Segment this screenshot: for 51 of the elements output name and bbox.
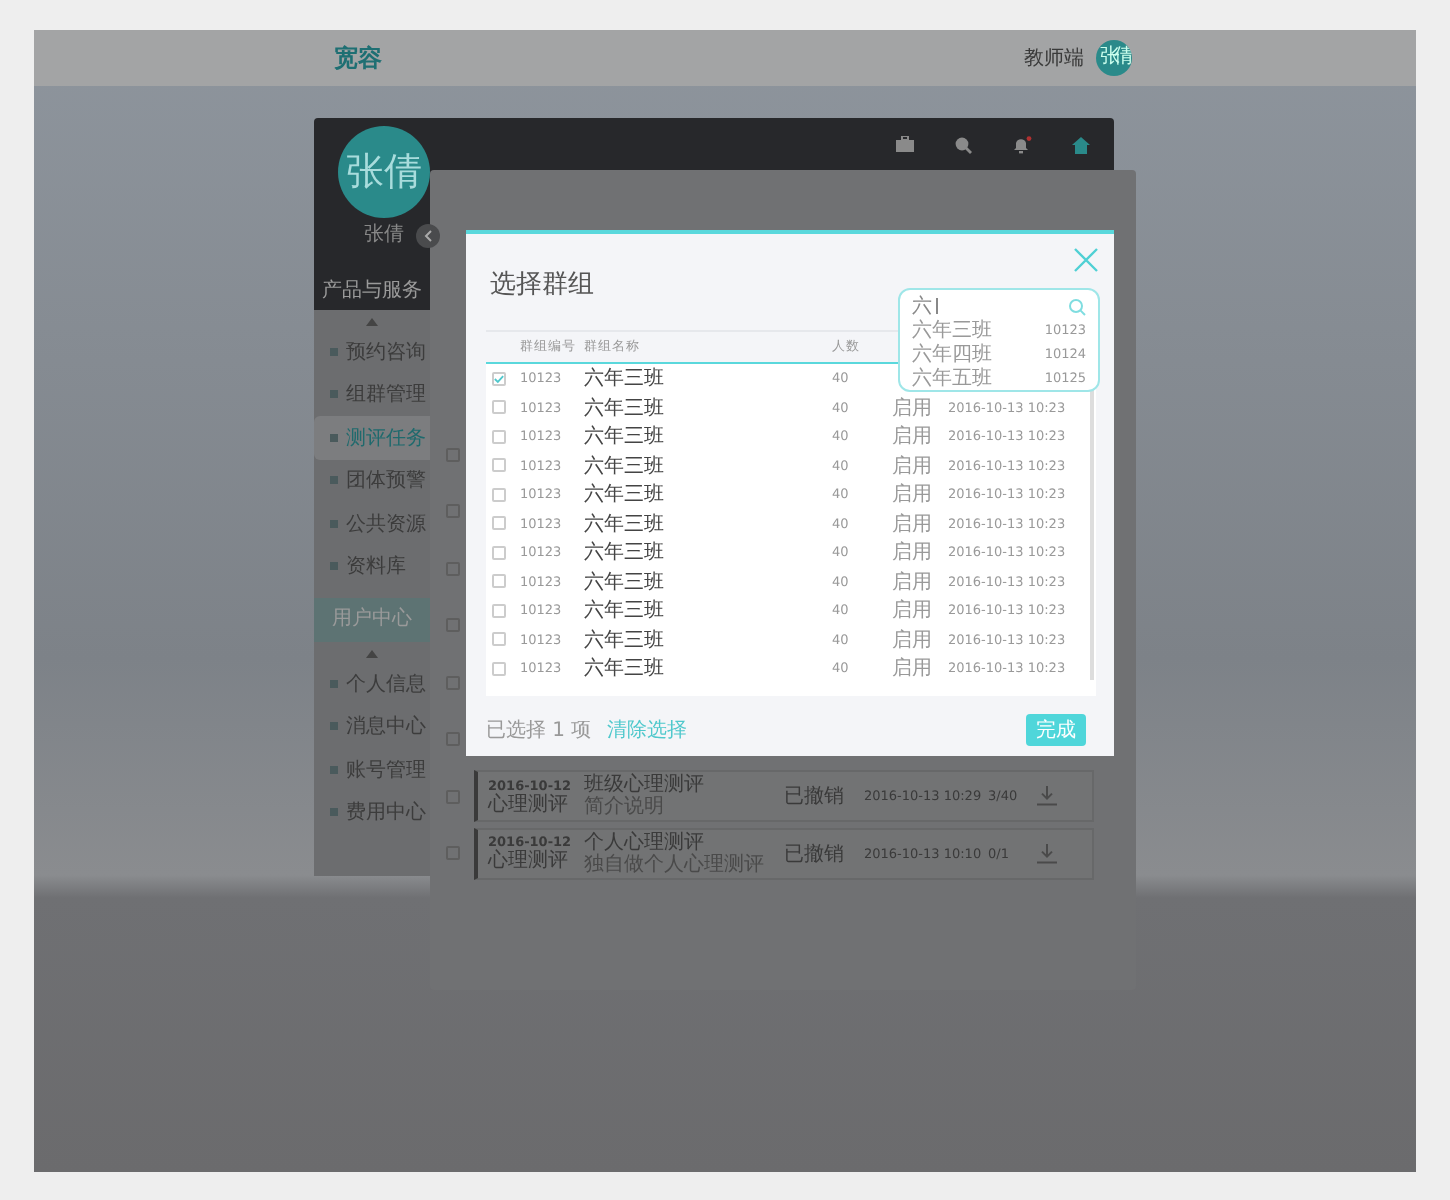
- download-icon[interactable]: [1036, 843, 1058, 863]
- download-icon[interactable]: [1036, 786, 1058, 806]
- table-cell-text: 启用: [892, 453, 934, 480]
- table-cell-text: 启用: [892, 511, 934, 538]
- table-cell-text: 六年三班: [584, 627, 666, 654]
- section-title: 用户中心: [332, 608, 412, 632]
- table-cell-text: 六年三班: [584, 481, 666, 509]
- table-cell-text: 六年三班: [584, 511, 666, 538]
- task-type: 心理测评: [488, 850, 570, 872]
- task-status: 已撤销: [784, 783, 846, 810]
- table-cell-text: 启用: [892, 597, 934, 625]
- briefcase-icon[interactable]: [896, 136, 914, 152]
- home-icon[interactable]: [1072, 136, 1090, 154]
- table-cell-text: 启用: [892, 627, 934, 654]
- table-cell-text: 六年三班: [584, 423, 666, 451]
- done-button[interactable]: 完成: [1026, 714, 1086, 746]
- avatar: 张倩: [338, 126, 430, 218]
- avatar-button[interactable]: 张倩: [1096, 40, 1132, 76]
- task-type: 心理测评: [488, 793, 568, 815]
- bell-icon[interactable]: [1012, 136, 1032, 154]
- sidebar-item[interactable]: 测评任务: [314, 416, 430, 459]
- chevron-left-icon: [424, 230, 432, 242]
- table-cell-text: 六年三班: [584, 453, 666, 480]
- table-cell-text: 启用: [892, 655, 934, 683]
- caret-icon[interactable]: [366, 318, 378, 326]
- clear-selection-link[interactable]: 清除选择: [607, 716, 688, 744]
- dialog-title: 选择群组: [490, 268, 594, 302]
- role-label: 教师端: [1024, 45, 1084, 72]
- table-cell-text: 六年三班: [584, 365, 666, 393]
- table-cell-text: 六年三班: [584, 395, 666, 422]
- task-status: 已撤销: [784, 841, 846, 867]
- section-title: 产品与服务: [322, 280, 422, 304]
- user-name: 张倩: [364, 221, 404, 248]
- close-button[interactable]: [1074, 248, 1098, 272]
- table-cell-text: 启用: [892, 569, 934, 596]
- logo: 宽容: [334, 41, 382, 75]
- task-title: 个人心理测评: [584, 831, 706, 853]
- table-cell-text: 六年三班: [584, 569, 666, 596]
- table-cell-text: 启用: [892, 395, 934, 422]
- caret-icon[interactable]: [366, 650, 378, 658]
- table-cell-text: 启用: [892, 481, 934, 509]
- checkbox[interactable]: [492, 371, 506, 386]
- table-cell-text: 启用: [892, 423, 934, 451]
- table-cell-text: 六年三班: [584, 597, 666, 625]
- table-cell-text: 六年三班: [584, 655, 666, 683]
- task-title: 班级心理测评: [584, 774, 706, 796]
- search-icon[interactable]: [954, 136, 972, 154]
- table-cell-text: 六年三班: [584, 539, 666, 567]
- table-cell-text: 启用: [892, 539, 934, 567]
- selection-count: 已选择 1 项: [486, 717, 592, 744]
- search-field[interactable]: 六: [912, 292, 938, 320]
